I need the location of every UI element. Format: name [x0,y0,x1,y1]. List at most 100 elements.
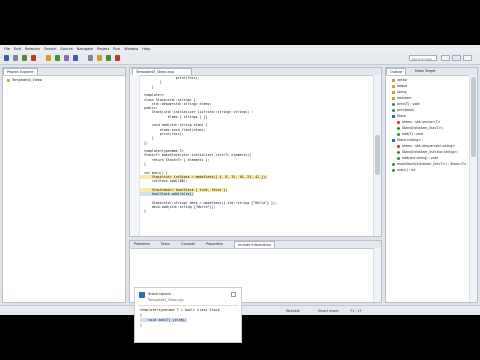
toolbar-button-6[interactable] [55,55,60,61]
menu-bar: File Edit Refactor Search Source Navigate Proj… [0,45,480,53]
outline-item-label: elems : std::vector<T> [402,120,441,124]
menu-source[interactable]: Source [60,47,72,51]
menu-refactor[interactable]: Refactor [25,47,40,51]
editor-scrollbar[interactable] [373,75,381,236]
toolbar-button-11[interactable] [106,55,111,61]
code-line: } [140,84,154,89]
outline-item-label: Stack(initializer_list<std::string>) [402,150,458,154]
outline-item-label: vector [397,78,408,82]
tab-project-explorer[interactable]: Project Explorer [3,68,38,75]
hover-tooltip: Stack<bool> Templates5_Video.cpp templat… [134,287,242,343]
project-explorer-tabbar: Project Explorer [3,68,125,76]
include-icon [392,78,395,82]
debug-perspective-button[interactable] [463,55,472,61]
method-icon [397,150,400,154]
tab-editor-file[interactable]: Templates5_Video.cpp [132,68,192,75]
code-line: } [140,209,146,214]
code-line: desk.add(std::string {"World"}); [140,205,216,209]
status-cursor-position: 71 : 17 [350,309,362,313]
code-area[interactable]: print(this); } } template<> class Stack<… [140,75,373,236]
outline-item-label: main() : int [397,168,416,172]
editor-scroll-thumb[interactable] [375,135,380,175]
outline-item-label: print(T) : void [397,102,420,106]
class-icon [392,138,395,142]
outline-item-label: deque [397,84,408,88]
menu-search[interactable]: Search [44,47,56,51]
cpp-perspective-button[interactable] [452,55,461,61]
tab-problems[interactable]: Problems [131,241,153,248]
code-line: } [140,162,146,166]
outline-item-label: elems : std::deque<std::string> [402,144,456,148]
outline-item-label: add(std::string) : void [402,156,438,160]
tooltip-code-line: template<typename T = bool> class Stack [140,308,220,312]
class-icon [139,292,145,298]
eclipse-window: File Edit Refactor Search Source Navigate Proj… [0,45,480,315]
tooltip-code-line: } [140,323,143,327]
code-line: return Stack<T> { elements }; [140,157,210,162]
outline-item-label: add(T) : void [402,132,423,136]
include-icon [392,90,395,94]
code-line: elems { strings } {} [140,114,208,119]
toolbar-button-5[interactable] [46,55,51,61]
outline-panel: Outline Make Target vector deque string ios… [385,67,478,303]
menu-run[interactable]: Run [113,47,120,51]
menu-project[interactable]: Project [97,47,109,51]
pin-icon[interactable] [231,292,236,297]
project-item[interactable]: Templates5_Video [7,77,42,83]
open-perspective-button[interactable] [441,55,450,61]
quick-access-input[interactable]: Quick Access [409,55,437,61]
toolbar-button-4[interactable] [31,55,36,61]
project-explorer-panel: Project Explorer Templates5_Video [2,67,126,303]
toolbar-button-2[interactable] [13,55,18,61]
toolbar-button-10[interactable] [97,55,102,61]
tooltip-code-line: void add(T) {elem}; [140,318,187,322]
class-icon [392,114,395,118]
toolbar-button-1[interactable] [4,55,9,61]
function-icon [392,102,395,106]
outline-scrollbar[interactable] [469,75,477,302]
tab-properties[interactable]: Properties [203,241,226,248]
project-folder-icon [7,78,10,82]
tab-make-target[interactable]: Make Target [412,68,439,75]
project-item-label: Templates5_Video [12,78,42,82]
tab-include-information[interactable]: Include Information [234,241,276,248]
menu-window[interactable]: Window [124,47,138,51]
toolbar-button-9[interactable] [88,55,93,61]
bottom-tabbar: Problems Tasks Console Properties Include In… [130,241,381,249]
method-icon [397,156,400,160]
menu-help[interactable]: Help [142,47,150,51]
tooltip-title: Stack<bool> [148,292,172,296]
bottom-scrollbar[interactable] [373,248,381,302]
editor-ruler [130,75,140,236]
menu-file[interactable]: File [4,47,10,51]
code-line: boolStack.add(false); [140,192,194,197]
outline-scroll-thumb[interactable] [471,77,476,157]
outline-item-label: Stack<string> [397,138,422,142]
include-icon [392,96,395,100]
tooltip-code-line: { [140,313,143,317]
toolbar-button-12[interactable] [115,55,120,61]
status-insert-mode: Smart Insert [318,309,339,313]
toolbar-button-3[interactable] [22,55,27,61]
outline-item-label: print(bool) [397,108,415,112]
tab-outline[interactable]: Outline [386,68,407,75]
menu-navigate[interactable]: Navigate [77,47,93,51]
toolbar-button-8[interactable] [73,55,78,61]
outline-item[interactable]: main() : int [392,167,415,173]
status-mode: Writable [286,309,300,313]
outline-item-label: iostream [397,96,412,100]
outline-tabbar: Outline Make Target [386,68,477,76]
menu-edit[interactable]: Edit [14,47,21,51]
editor-panel: Templates5_Video.cpp print(this); } } te… [129,67,382,237]
tooltip-location: Templates5_Video.cpp [148,298,184,302]
outline-item-label: makeStack(initializer_list<T>) : Stack<T… [397,162,467,166]
include-icon [392,84,395,88]
tab-console[interactable]: Console [178,241,197,248]
code-line: }; [140,140,148,145]
toolbar-button-7[interactable] [64,55,69,61]
field-icon [397,120,400,124]
outline-item-label: Stack(initializer_list<T>) [402,126,443,130]
field-icon [397,144,400,148]
method-icon [397,126,400,130]
tab-tasks[interactable]: Tasks [158,241,173,248]
